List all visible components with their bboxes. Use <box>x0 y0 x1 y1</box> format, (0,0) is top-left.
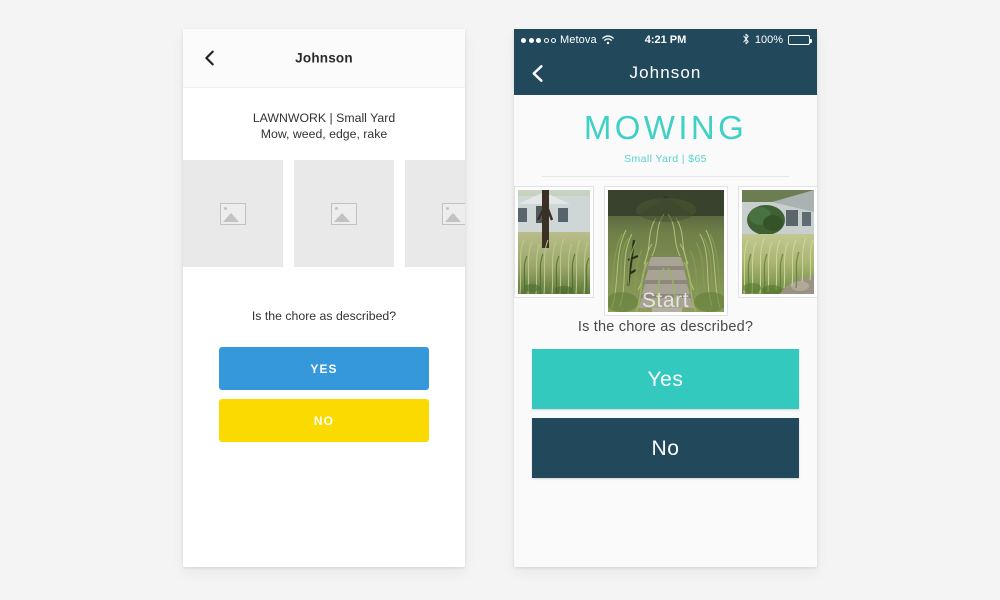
divider <box>542 176 789 177</box>
navigation-bar: Johnson <box>514 51 817 95</box>
chore-photo[interactable] <box>604 187 727 315</box>
chore-summary: LAWNWORK | Small Yard Mow, weed, edge, r… <box>183 88 465 160</box>
status-bar-left: Metova <box>521 34 614 46</box>
image-placeholder-icon <box>220 202 246 225</box>
chore-tasks: Mow, weed, edge, rake <box>260 127 388 141</box>
wifi-icon <box>601 35 614 45</box>
status-bar-right: 100% <box>742 33 812 48</box>
status-bar: Metova 4:21 PM 100% <box>514 29 817 51</box>
wireframe-header-bar: Johnson <box>183 29 465 88</box>
wireframe-mockup-panel: Johnson LAWNWORK | Small Yard Mow, weed,… <box>183 29 465 567</box>
chore-photo[interactable] <box>738 187 817 297</box>
phone-mockup-panel: Metova 4:21 PM 100% Johnson MOWING Small… <box>514 29 817 567</box>
chore-type-title: MOWING <box>583 109 748 146</box>
chore-title: LAWNWORK | Small Yard <box>252 111 396 125</box>
page-title: Johnson <box>629 63 702 82</box>
signal-strength-icon <box>521 37 556 43</box>
image-placeholder-icon <box>331 202 357 225</box>
image-placeholder-icon <box>442 202 465 225</box>
page-title: Johnson <box>295 50 353 66</box>
confirmation-question: Is the chore as described? <box>251 309 397 323</box>
overgrown-yard-shrub-photo <box>741 190 814 294</box>
no-button[interactable]: No <box>532 418 799 478</box>
photo-placeholder[interactable] <box>405 160 465 267</box>
no-button[interactable]: NO <box>219 399 429 442</box>
chore-size-price: Small Yard | $65 <box>624 153 707 165</box>
battery-full-icon <box>788 35 812 45</box>
confirmation-actions: YES NO <box>183 323 465 442</box>
carrier-label: Metova <box>560 34 597 46</box>
chore-photo[interactable] <box>514 187 593 297</box>
chore-hero-section: MOWING Small Yard | $65 <box>514 95 817 177</box>
overgrown-grass-house-photo <box>517 190 590 294</box>
photo-strip[interactable] <box>183 160 465 267</box>
yes-button[interactable]: YES <box>219 347 429 390</box>
photo-strip[interactable]: Start <box>514 187 817 315</box>
bluetooth-icon <box>742 33 750 48</box>
confirmation-actions: Yes No <box>514 335 817 478</box>
screenshot-canvas: Johnson LAWNWORK | Small Yard Mow, weed,… <box>0 0 1000 600</box>
photo-placeholder[interactable] <box>294 160 394 267</box>
overgrown-steps-photo <box>607 190 724 312</box>
yes-button[interactable]: Yes <box>532 349 799 409</box>
battery-percent-label: 100% <box>754 34 783 46</box>
photo-placeholder[interactable] <box>183 160 283 267</box>
